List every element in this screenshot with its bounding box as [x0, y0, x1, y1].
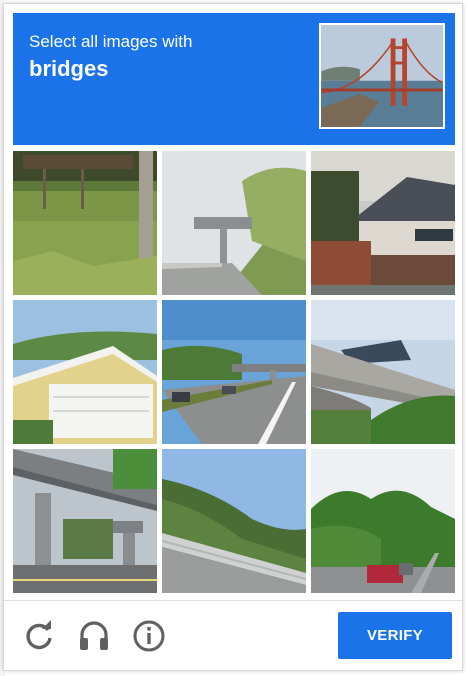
audio-challenge-button[interactable]	[76, 618, 112, 654]
image-tile-8[interactable]	[162, 449, 306, 593]
reload-button[interactable]	[21, 618, 57, 654]
example-image	[319, 23, 445, 129]
image-tile-2[interactable]	[162, 151, 306, 295]
image-tile-6[interactable]	[311, 300, 455, 444]
challenge-target-word: bridges	[29, 56, 109, 81]
golden-gate-bridge-icon	[321, 25, 443, 127]
image-tile-1[interactable]	[13, 151, 157, 295]
verify-button[interactable]: VERIFY	[338, 612, 452, 659]
image-tile-3[interactable]	[311, 151, 455, 295]
captcha-dialog: Select all images with bridges VERIFY	[3, 3, 463, 671]
headphones-icon	[80, 621, 108, 650]
image-tile-7[interactable]	[13, 449, 157, 593]
reload-icon	[26, 620, 52, 650]
image-tile-9[interactable]	[311, 449, 455, 593]
image-tile-5[interactable]	[162, 300, 306, 444]
info-icon	[133, 620, 165, 652]
image-grid	[13, 151, 455, 593]
image-tile-4[interactable]	[13, 300, 157, 444]
challenge-header: Select all images with bridges	[13, 13, 455, 145]
footer-divider	[4, 600, 462, 601]
challenge-prompt-text: Select all images with	[29, 32, 193, 51]
info-button[interactable]	[131, 618, 167, 654]
